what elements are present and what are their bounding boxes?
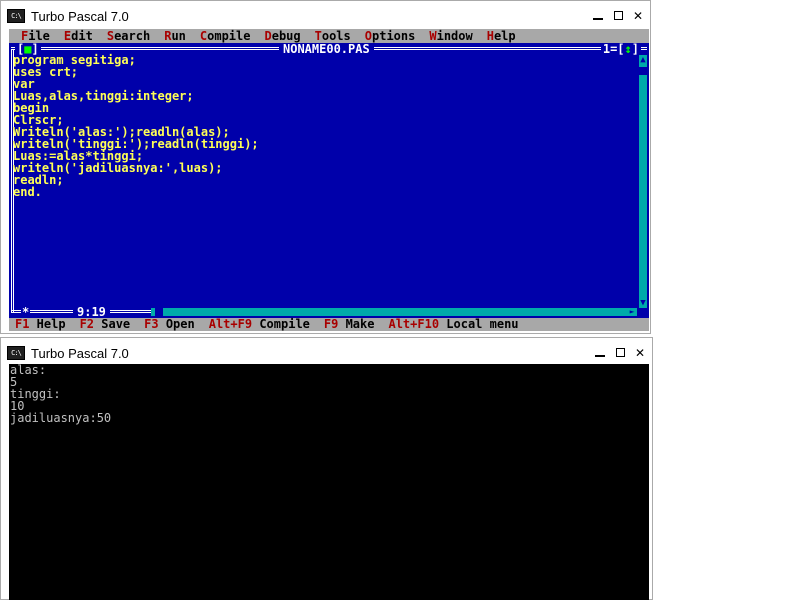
status-make[interactable]: F9 Make <box>324 318 375 331</box>
status-label: Help <box>29 317 66 331</box>
menu-label: ile <box>28 29 50 43</box>
menu-hotkey: T <box>314 29 322 43</box>
menu-search[interactable]: Search <box>107 29 150 43</box>
menu-label: ools <box>321 29 351 43</box>
menu-debug[interactable]: Debug <box>264 29 300 43</box>
ide-window-title: Turbo Pascal 7.0 <box>31 8 129 24</box>
menu-window[interactable]: Window <box>429 29 472 43</box>
status-key: F9 <box>323 317 339 331</box>
horizontal-scroll-thumb[interactable] <box>155 308 163 316</box>
menu-file[interactable]: File <box>21 29 50 43</box>
menu-label: dit <box>71 29 93 43</box>
ide-window: C:\ Turbo Pascal 7.0 ✕ File Edit Search Run… <box>0 0 651 334</box>
scroll-right-arrow-icon[interactable]: ► <box>627 308 637 316</box>
menu-hotkey: W <box>429 29 437 43</box>
output-line: jadiluasnya:50 <box>10 411 112 425</box>
status-help[interactable]: F1 Help <box>15 318 66 331</box>
program-output: alas: 5 tinggi: 10 jadiluasnya:50 <box>10 364 111 424</box>
menu-run[interactable]: Run <box>164 29 186 43</box>
maximize-icon[interactable] <box>610 8 626 24</box>
menu-options[interactable]: Options <box>365 29 416 43</box>
vertical-scrollbar[interactable]: ▲ ▼ <box>639 55 647 308</box>
menu-tools[interactable]: Tools <box>315 29 351 43</box>
editor-window: [■] NONAME00.PAS 1=[↕] ▲ ▼ program segit… <box>9 43 649 318</box>
menu-hotkey: H <box>486 29 494 43</box>
status-label: Open <box>158 317 195 331</box>
scroll-up-arrow-icon[interactable]: ▲ <box>639 55 647 65</box>
menu-label: ompile <box>207 29 251 43</box>
output-window-title: Turbo Pascal 7.0 <box>31 345 129 361</box>
status-key: F2 <box>79 317 95 331</box>
code-editor[interactable]: program segitiga; uses crt; var Luas,ala… <box>13 54 259 198</box>
maximize-icon[interactable] <box>612 345 628 361</box>
status-label: Make <box>338 317 375 331</box>
code-line: end. <box>13 185 42 199</box>
editor-window-number[interactable]: 1=[↕] <box>600 42 641 56</box>
close-icon[interactable]: ✕ <box>630 8 646 24</box>
console-app-icon: C:\ <box>7 346 25 360</box>
status-label: Compile <box>252 317 310 331</box>
menu-bar: File Edit Search Run Compile Debug Tools Option… <box>9 29 649 43</box>
minimize-icon[interactable] <box>590 8 606 24</box>
status-open[interactable]: F3 Open <box>144 318 195 331</box>
zoom-icon: ↕ <box>624 42 632 56</box>
program-output-console[interactable]: alas: 5 tinggi: 10 jadiluasnya:50 <box>9 364 649 600</box>
status-save[interactable]: F2 Save <box>80 318 131 331</box>
horizontal-scrollbar[interactable]: ► <box>151 308 637 316</box>
status-key: F3 <box>144 317 159 331</box>
menu-label: un <box>171 29 186 43</box>
status-label: Save <box>94 317 131 331</box>
menu-label: elp <box>493 29 516 43</box>
status-key: Alt+F10 <box>388 317 440 331</box>
menu-compile[interactable]: Compile <box>200 29 251 43</box>
minimize-icon[interactable] <box>592 345 608 361</box>
output-window: C:\ Turbo Pascal 7.0 ✕ alas: 5 tinggi: 1… <box>0 337 653 600</box>
menu-label: earch <box>114 29 151 43</box>
menu-label: indow <box>436 29 473 43</box>
status-label: Local menu <box>439 317 519 331</box>
ide-titlebar[interactable]: C:\ Turbo Pascal 7.0 ✕ <box>1 1 650 31</box>
menu-hotkey: O <box>364 29 372 43</box>
status-bar: F1 Help F2 Save F3 Open Alt+F9 Compile F9 Ma… <box>9 318 649 331</box>
menu-hotkey: D <box>264 29 272 43</box>
menu-label: ebug <box>271 29 301 43</box>
console-app-icon: C:\ <box>7 9 25 23</box>
close-icon[interactable]: ✕ <box>632 345 648 361</box>
menu-label: ptions <box>372 29 416 43</box>
status-local-menu[interactable]: Alt+F10 Local menu <box>388 318 518 331</box>
menu-help[interactable]: Help <box>487 29 516 43</box>
status-key: F1 <box>15 317 30 331</box>
status-key: Alt+F9 <box>208 317 253 331</box>
turbo-pascal-ide: File Edit Search Run Compile Debug Tools Option… <box>9 29 649 331</box>
vertical-scroll-thumb[interactable] <box>639 67 647 75</box>
menu-edit[interactable]: Edit <box>64 29 93 43</box>
status-compile[interactable]: Alt+F9 Compile <box>209 318 310 331</box>
editor-file-name: NONAME00.PAS <box>279 43 374 55</box>
ide-window-controls: ✕ <box>590 1 646 31</box>
menu-hotkey: S <box>106 29 115 43</box>
